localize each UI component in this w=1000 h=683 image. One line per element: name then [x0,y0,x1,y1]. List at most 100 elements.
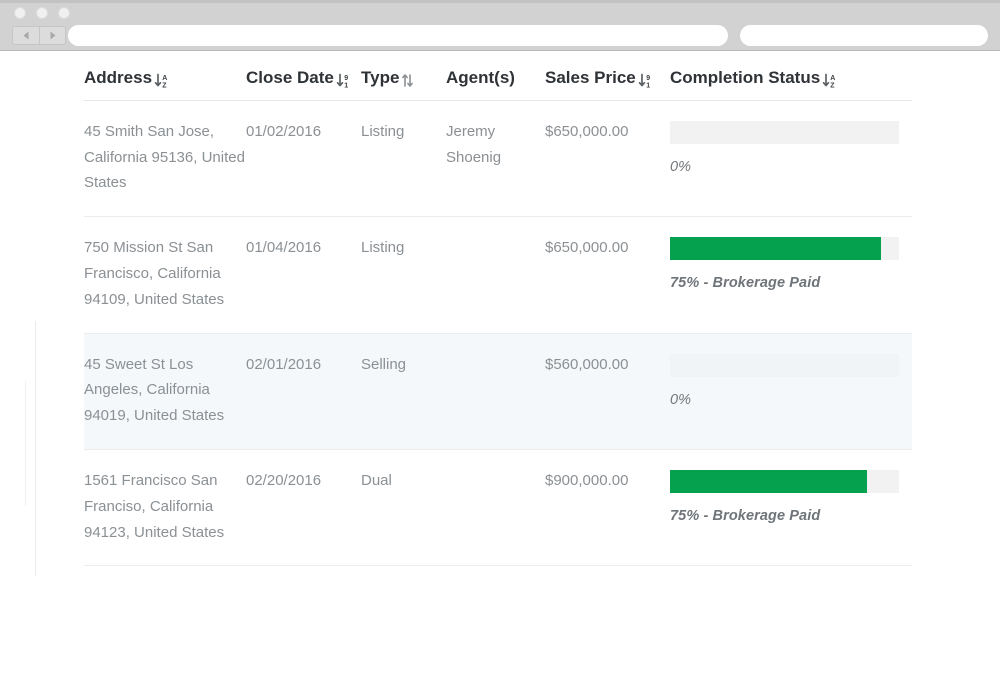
cell-agents: Jeremy Shoenig [446,100,545,216]
completion-progress: 75% - Brokerage Paid [670,235,912,296]
column-header-address-label: Address [84,67,152,89]
sort-unsorted-icon[interactable] [401,73,415,90]
progress-bar-track [670,121,899,144]
progress-bar-label: 0% [670,388,912,413]
cell-close-date: 01/02/2016 [246,100,361,216]
cell-type: Listing [361,100,446,216]
cell-sales-price-text: $900,000.00 [545,468,670,494]
cell-agents [446,449,545,565]
progress-bar-track [670,354,899,377]
svg-text:1: 1 [646,82,650,89]
cell-address-text: 750 Mission St San Francisco, California… [84,235,246,312]
back-arrow-icon [22,31,30,40]
address-bar[interactable] [68,25,728,46]
cell-close-date: 02/20/2016 [246,449,361,565]
sort-az-descending-icon[interactable]: A Z [822,73,838,90]
cell-completion-status: 0% [670,333,912,449]
column-header-type-label: Type [361,67,399,89]
page-scroll-artifact-secondary [25,381,26,506]
cell-close-date: 02/01/2016 [246,333,361,449]
svg-text:A: A [162,75,167,82]
cell-close-date-text: 01/02/2016 [246,119,361,145]
search-input[interactable] [740,25,988,46]
progress-bar-label: 75% - Brokerage Paid [670,504,912,529]
zoom-window-button[interactable] [58,7,70,19]
cell-address-text: 1561 Francisco San Franciso, California … [84,468,246,545]
column-header-close-date-label: Close Date [246,67,334,89]
cell-completion-status: 75% - Brokerage Paid [670,217,912,333]
table-header-row: Address A Z Close D [84,51,912,100]
forward-button[interactable] [39,26,66,45]
sort-numeric-descending-icon[interactable]: 9 1 [638,73,654,90]
progress-bar-track [670,470,899,493]
progress-bar-track [670,237,899,260]
table-row[interactable]: 45 Smith San Jose, California 95136, Uni… [84,100,912,216]
completion-progress: 0% [670,352,912,413]
svg-text:1: 1 [344,82,348,89]
cell-close-date-text: 02/20/2016 [246,468,361,494]
forward-arrow-icon [49,31,57,40]
column-header-type[interactable]: Type [361,51,446,100]
table-row[interactable]: 1561 Francisco San Franciso, California … [84,449,912,565]
page-scroll-artifact [35,321,36,576]
cell-type: Listing [361,217,446,333]
navigation-buttons [12,26,66,45]
completion-progress: 0% [670,119,912,180]
completion-progress: 75% - Brokerage Paid [670,468,912,529]
column-header-close-date[interactable]: Close Date 9 1 [246,51,361,100]
cell-agents-text: Jeremy Shoenig [446,119,545,171]
column-header-address[interactable]: Address A Z [84,51,246,100]
cell-type-text: Selling [361,352,446,378]
column-header-completion-status[interactable]: Completion Status A Z [670,51,912,100]
progress-bar-fill [670,470,867,493]
sort-numeric-descending-icon[interactable]: 9 1 [336,73,352,90]
column-header-sales-price-label: Sales Price [545,67,636,89]
column-header-agents-label: Agent(s) [446,67,515,89]
cell-close-date-text: 02/01/2016 [246,352,361,378]
column-header-sales-price[interactable]: Sales Price 9 1 [545,51,670,100]
cell-address: 750 Mission St San Francisco, California… [84,217,246,333]
cell-sales-price-text: $650,000.00 [545,235,670,261]
cell-address-text: 45 Smith San Jose, California 95136, Uni… [84,119,246,196]
close-window-button[interactable] [14,7,26,19]
cell-type: Dual [361,449,446,565]
table-row[interactable]: 750 Mission St San Francisco, California… [84,217,912,333]
cell-completion-status: 75% - Brokerage Paid [670,449,912,565]
cell-type-text: Dual [361,468,446,494]
cell-sales-price: $900,000.00 [545,449,670,565]
cell-agents [446,333,545,449]
progress-bar-label: 0% [670,155,912,180]
svg-text:9: 9 [344,75,348,82]
cell-address: 45 Smith San Jose, California 95136, Uni… [84,100,246,216]
window-traffic-lights [14,7,70,19]
cell-agents [446,217,545,333]
cell-sales-price-text: $560,000.00 [545,352,670,378]
svg-text:A: A [830,75,835,82]
cell-type-text: Listing [361,235,446,261]
window-title-strip [0,0,1000,3]
cell-completion-status: 0% [670,100,912,216]
cell-sales-price-text: $650,000.00 [545,119,670,145]
cell-address: 1561 Francisco San Franciso, California … [84,449,246,565]
browser-chrome-bar [0,0,1000,51]
cell-sales-price: $650,000.00 [545,217,670,333]
cell-address-text: 45 Sweet St Los Angeles, California 9401… [84,352,246,429]
svg-text:9: 9 [646,75,650,82]
back-button[interactable] [12,26,39,45]
cell-sales-price: $650,000.00 [545,100,670,216]
progress-bar-label: 75% - Brokerage Paid [670,271,912,296]
cell-type: Selling [361,333,446,449]
table-row[interactable]: 45 Sweet St Los Angeles, California 9401… [84,333,912,449]
transactions-table: Address A Z Close D [84,51,912,566]
cell-type-text: Listing [361,119,446,145]
cell-close-date: 01/04/2016 [246,217,361,333]
sort-az-descending-icon[interactable]: A Z [154,73,170,90]
svg-text:Z: Z [830,82,835,89]
cell-sales-price: $560,000.00 [545,333,670,449]
browser-window: Address A Z Close D [0,0,1000,683]
column-header-agents[interactable]: Agent(s) [446,51,545,100]
cell-close-date-text: 01/04/2016 [246,235,361,261]
minimize-window-button[interactable] [36,7,48,19]
svg-text:Z: Z [162,82,167,89]
cell-address: 45 Sweet St Los Angeles, California 9401… [84,333,246,449]
